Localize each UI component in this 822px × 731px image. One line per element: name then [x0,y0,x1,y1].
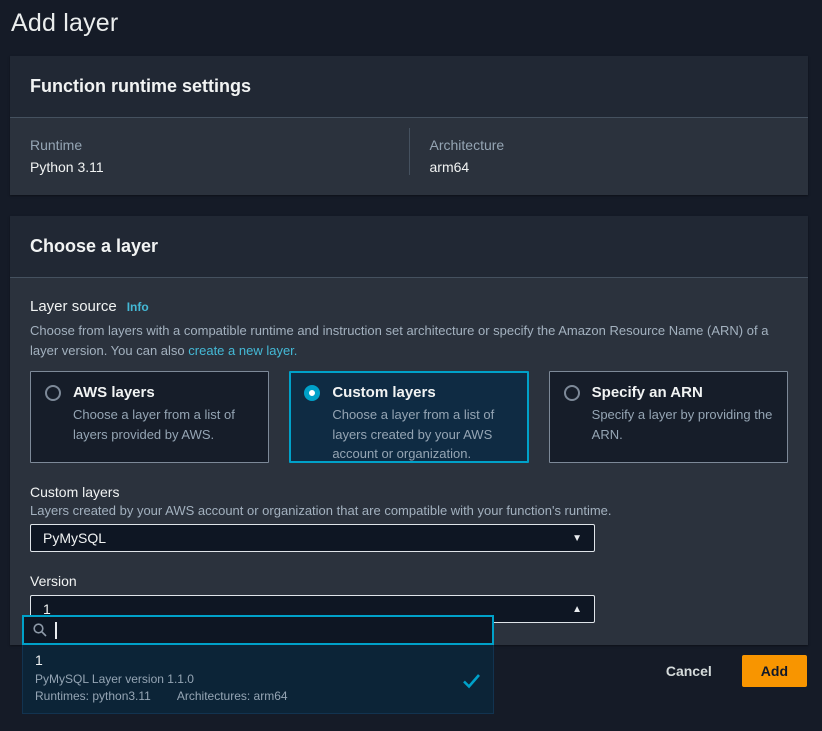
architecture-label: Architecture [430,137,789,153]
runtime-value: Python 3.11 [30,159,389,175]
layer-source-label-row: Layer source Info [30,298,788,315]
option-label: AWS layers [73,384,155,401]
option-description: Choose a layer from a list of layers pro… [73,405,254,444]
custom-layers-description: Layers created by your AWS account or or… [30,503,788,518]
version-label: Version [30,573,788,589]
cancel-button[interactable]: Cancel [664,657,714,685]
text-cursor [55,622,57,639]
architecture-field: Architecture arm64 [409,128,809,175]
version-filter-input[interactable] [22,615,494,645]
radio-button-unchecked[interactable] [564,385,580,401]
version-option-1[interactable]: 1 PyMySQL Layer version 1.1.0 Runtimes: … [22,645,494,714]
choose-a-layer-panel: Choose a layer Layer source Info Choose … [10,216,808,645]
panel-header: Choose a layer [10,216,808,278]
version-dropdown: 1 PyMySQL Layer version 1.1.0 Runtimes: … [22,615,494,714]
function-runtime-settings-panel: Function runtime settings Runtime Python… [10,56,808,195]
runtime-label: Runtime [30,137,389,153]
option-header: AWS layers [45,384,254,401]
layer-source-option-custom-layers[interactable]: Custom layers Choose a layer from a list… [289,371,528,463]
layer-source-option-specify-arn[interactable]: Specify an ARN Specify a layer by provid… [549,371,788,463]
option-header: Custom layers [304,384,513,401]
layer-source-options: AWS layers Choose a layer from a list of… [30,371,788,463]
option-title: 1 [35,652,481,668]
option-label: Specify an ARN [592,384,703,401]
runtime-field: Runtime Python 3.11 [10,128,409,175]
option-label: Custom layers [332,384,435,401]
radio-button-unchecked[interactable] [45,385,61,401]
chevron-down-icon: ▼ [572,533,582,544]
layer-source-description-text: Choose from layers with a compatible run… [30,323,768,358]
option-description: Choose a layer from a list of layers cre… [332,405,513,464]
option-header: Specify an ARN [564,384,773,401]
custom-layers-label: Custom layers [30,484,788,500]
check-icon [462,671,481,690]
option-meta: Runtimes: python3.11 Architectures: arm6… [35,689,481,703]
custom-layers-field: Custom layers Layers created by your AWS… [30,484,788,552]
footer-actions: Cancel Add [664,655,807,687]
radio-button-checked[interactable] [304,385,320,401]
selected-layer-value: PyMySQL [43,530,106,546]
runtime-settings-body: Runtime Python 3.11 Architecture arm64 [10,118,808,195]
panel-title: Choose a layer [30,236,788,257]
architecture-value: arm64 [430,159,789,175]
search-icon [32,622,48,638]
panel-header: Function runtime settings [10,56,808,118]
add-button[interactable]: Add [742,655,807,687]
option-subtitle: PyMySQL Layer version 1.1.0 [35,672,481,686]
info-link[interactable]: Info [127,300,149,314]
option-description: Specify a layer by providing the ARN. [592,405,773,444]
custom-layers-select[interactable]: PyMySQL ▼ [30,524,595,552]
create-new-layer-link[interactable]: create a new layer. [188,343,297,358]
layer-source-option-aws-layers[interactable]: AWS layers Choose a layer from a list of… [30,371,269,463]
layer-source-label: Layer source [30,298,117,315]
page-title: Add layer [0,0,822,38]
choose-a-layer-body: Layer source Info Choose from layers wit… [10,278,808,645]
option-architectures: Architectures: arm64 [177,689,288,703]
chevron-up-icon: ▲ [572,604,582,615]
layer-source-description: Choose from layers with a compatible run… [30,321,780,361]
option-runtimes: Runtimes: python3.11 [35,689,151,703]
panel-title: Function runtime settings [30,76,788,97]
